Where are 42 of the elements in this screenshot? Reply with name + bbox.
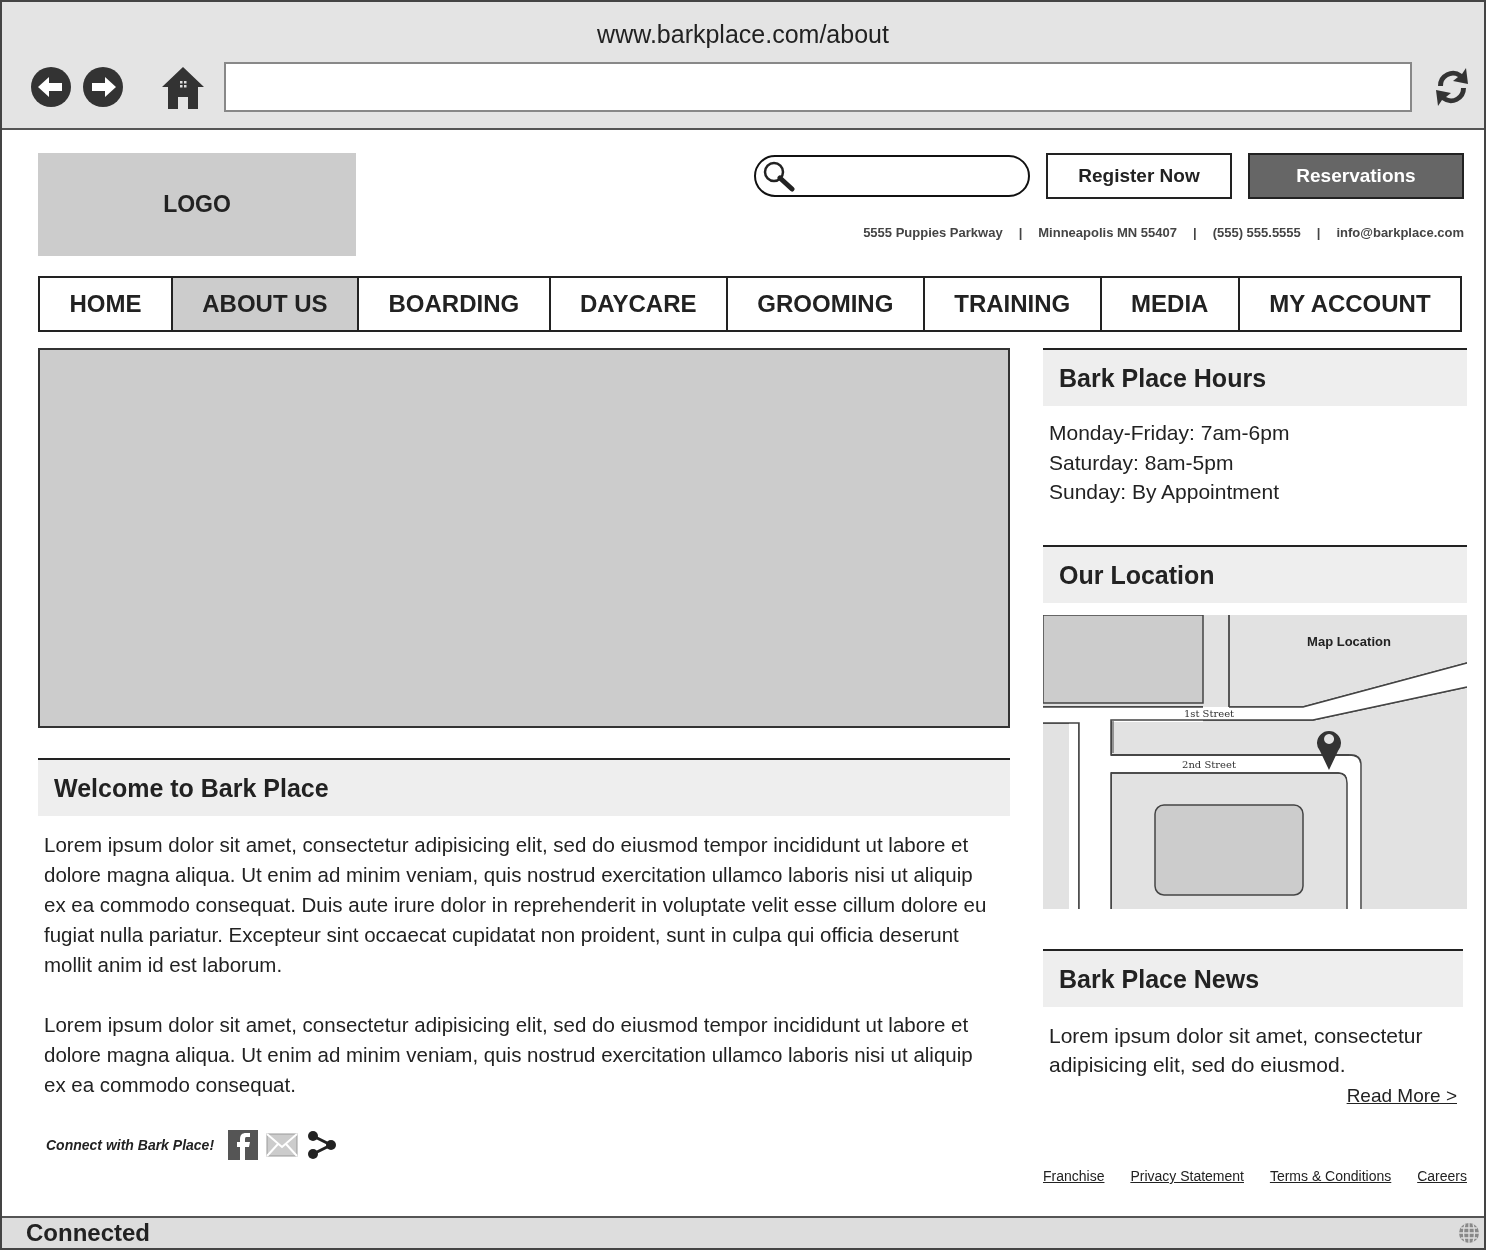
separator: | bbox=[1193, 224, 1197, 242]
body-paragraph: Lorem ipsum dolor sit amet, consectetur adipisicing elit, sed do eiusmod tempor incididunt ut labore et dolore magna aliqua. Ut enim ad minim veniam, quis nostrud exercitation ullamco laboris nisi ut aliquip ex ea commodo consequat. Duis aute irure dolor in reprehenderit in voluptate velit esse cillum dolore eu fugiat nulla pariatur. Excepteur sint occaecat cupidatat non proident, sunt in culpa qui officia deserunt mollit anim id est laborum. bbox=[44, 832, 988, 978]
connect-label: Connect with Bark Place! bbox=[46, 1135, 215, 1155]
address-field[interactable] bbox=[224, 62, 1412, 112]
footer-link[interactable]: Terms & Conditions bbox=[1269, 1166, 1392, 1187]
section-heading: Welcome to Bark Place bbox=[38, 758, 1010, 816]
register-button[interactable]: Register Now bbox=[1046, 153, 1232, 199]
footer-link[interactable]: Careers bbox=[1417, 1166, 1467, 1187]
home-icon[interactable] bbox=[160, 65, 206, 109]
search-field[interactable] bbox=[754, 155, 1030, 197]
reservations-button[interactable]: Reservations bbox=[1248, 153, 1464, 199]
logo-text: LOGO bbox=[163, 190, 231, 220]
footer-link[interactable]: Franchise bbox=[1043, 1166, 1105, 1187]
section-heading: Bark Place News bbox=[1043, 948, 1463, 1007]
phone-text: (555) 555.5555 bbox=[1212, 224, 1301, 242]
back-icon[interactable] bbox=[30, 66, 72, 108]
separator: | bbox=[1018, 224, 1023, 242]
street-label: 2nd Street bbox=[1182, 758, 1236, 770]
nav-tab[interactable]: ABOUT US bbox=[172, 278, 360, 330]
email-text: info@barkplace.com bbox=[1336, 224, 1464, 242]
news-text: Lorem ipsum dolor sit amet, consectetur adipisicing elit, sed do eiusmod. bbox=[1049, 1022, 1424, 1078]
window-title: www.barkplace.com/about bbox=[596, 19, 890, 50]
hours-text: Saturday: 8am-5pm bbox=[1049, 449, 1235, 476]
map-label: Map Location bbox=[1307, 633, 1391, 649]
hours-text: Sunday: By Appointment bbox=[1049, 479, 1280, 505]
status-text: Connected bbox=[26, 1218, 150, 1248]
section-heading: Our Location bbox=[1043, 544, 1467, 603]
section-heading: Bark Place Hours bbox=[1043, 348, 1467, 406]
map-pin-icon bbox=[1317, 730, 1341, 770]
search-icon bbox=[762, 160, 796, 192]
body-paragraph: Lorem ipsum dolor sit amet, consectetur adipisicing elit, sed do eiusmod tempor incididunt ut labore et dolore magna aliqua. Ut enim ad minim veniam, quis nostrud exercitation ullamco laboris nisi ut aliquip ex ea commodo consequat. bbox=[44, 1012, 974, 1098]
city-text: Minneapolis MN 55407 bbox=[1038, 224, 1177, 242]
facebook-icon[interactable] bbox=[228, 1130, 259, 1160]
forward-icon[interactable] bbox=[82, 66, 124, 108]
hours-text: Monday-Friday: 7am-6pm bbox=[1049, 420, 1291, 446]
globe-icon bbox=[1458, 1222, 1480, 1244]
share-icon[interactable] bbox=[306, 1130, 339, 1160]
footer-link[interactable]: Privacy Statement bbox=[1130, 1166, 1244, 1187]
address-text: 5555 Puppies Parkway bbox=[863, 224, 1003, 242]
read-more-link[interactable]: Read More > bbox=[1346, 1084, 1457, 1106]
separator: | bbox=[1316, 224, 1321, 242]
street-label: 1st Street bbox=[1183, 707, 1235, 719]
